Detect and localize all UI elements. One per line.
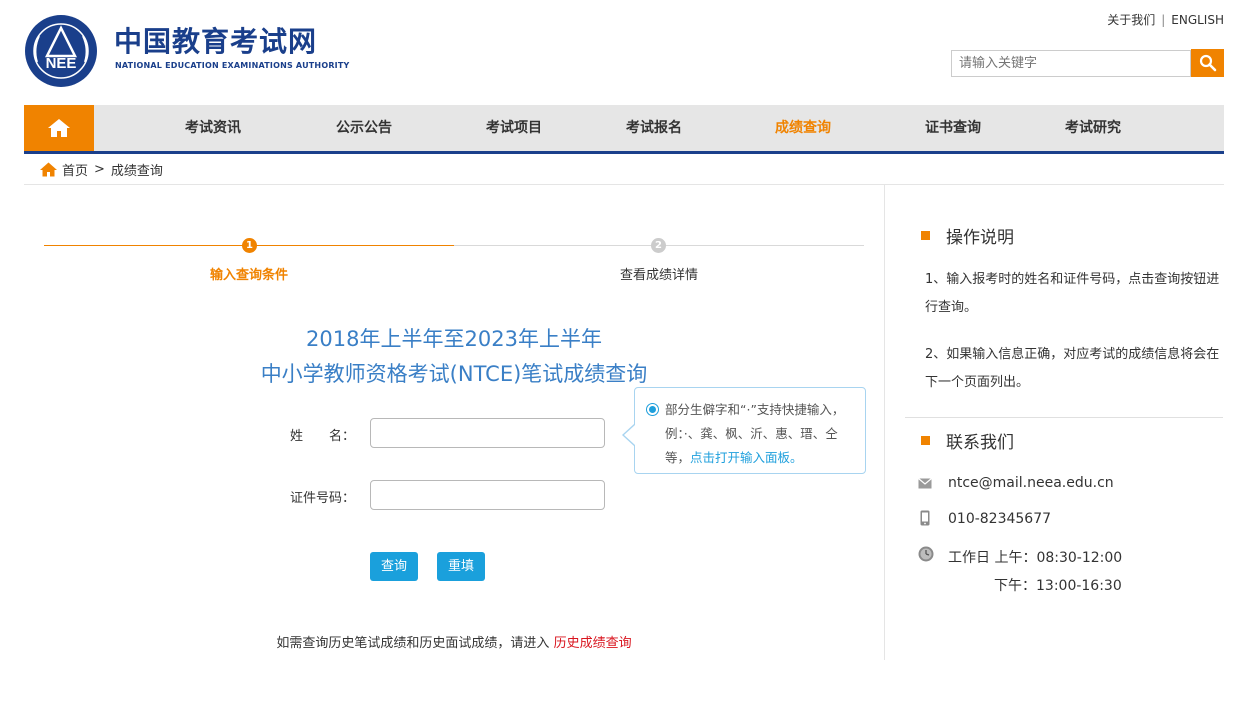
- step-2-label: 查看成绩详情: [619, 268, 699, 283]
- nav-item-registration[interactable]: 考试报名: [626, 105, 682, 151]
- nav-item-exam-projects[interactable]: 考试项目: [486, 105, 542, 151]
- instruction-1: 1、输入报考时的姓名和证件号码，点击查询按钮进行查询。: [925, 272, 1220, 315]
- nav-item-announcements[interactable]: 公示公告: [336, 105, 392, 151]
- history-note: 如需查询历史笔试成绩和历史面试成绩，请进入 历史成绩查询: [276, 632, 631, 651]
- breadcrumb-home-icon: [40, 162, 57, 177]
- instructions-title: 操作说明: [946, 228, 1014, 248]
- page-title-line-1: 2018年上半年至2023年上半年: [306, 327, 602, 351]
- nav-underline: [24, 151, 1224, 154]
- phone-icon: [920, 510, 930, 526]
- contact-phone: 010-82345677: [948, 511, 1052, 527]
- history-score-link[interactable]: 历史成绩查询: [554, 636, 632, 651]
- name-label: 姓 名：: [290, 429, 356, 444]
- contact-hours-afternoon: 下午：13:00-16:30: [994, 578, 1122, 594]
- sidebar-section-divider: [905, 417, 1223, 418]
- history-text: 如需查询历史笔试成绩和历史面试成绩，请进入: [276, 636, 550, 651]
- breadcrumb-home[interactable]: 首页: [62, 160, 88, 179]
- heading-marker-icon: [921, 436, 930, 445]
- id-number-input[interactable]: [370, 480, 605, 510]
- logo-text: NEE: [46, 55, 77, 72]
- open-input-panel-link[interactable]: 点击打开输入面板。: [690, 450, 803, 465]
- step-1-dot: 1: [242, 238, 257, 253]
- breadcrumb-separator: >: [94, 162, 105, 177]
- about-link[interactable]: 关于我们: [1107, 13, 1155, 27]
- contact-email: ntce@mail.neea.edu.cn: [948, 475, 1114, 491]
- main-nav: 考试资讯 公示公告 考试项目 考试报名 成绩查询 证书查询 考试研究: [24, 105, 1224, 151]
- step-2-dot: 2: [651, 238, 666, 253]
- site-name-en: NATIONAL EDUCATION EXAMINATIONS AUTHORIT…: [115, 61, 350, 70]
- search-input[interactable]: [951, 50, 1191, 77]
- site-logo[interactable]: NEE: [24, 14, 98, 88]
- sidebar-divider: [884, 185, 885, 660]
- top-links: 关于我们 | ENGLISH: [1107, 11, 1224, 28]
- contact-hours-morning: 工作日 上午：08:30-12:00: [948, 550, 1123, 566]
- page-title-line-2: 中小学教师资格考试(NTCE)笔试成绩查询: [260, 362, 648, 386]
- tip-arrow-inner: [624, 425, 635, 445]
- email-icon: [918, 478, 932, 489]
- instruction-2: 2、如果输入信息正确，对应考试的成绩信息将会在下一个页面列出。: [925, 347, 1220, 390]
- top-links-separator: |: [1161, 13, 1166, 27]
- input-tip-popover: 部分生僻字和“·”支持快捷输入，例：·、龚、枫、沂、惠、瑨、仝等，点击打开输入面…: [634, 387, 866, 474]
- name-input[interactable]: [370, 418, 605, 448]
- contact-heading: 联系我们: [921, 428, 1014, 453]
- nav-item-score-query[interactable]: 成绩查询: [775, 105, 831, 151]
- step-1-label: 输入查询条件: [209, 268, 289, 283]
- breadcrumb-divider: [24, 184, 1224, 185]
- clock-icon: [918, 546, 934, 562]
- breadcrumb: 首页 > 成绩查询: [40, 160, 163, 179]
- id-label: 证件号码：: [290, 491, 356, 506]
- search-icon: [1199, 54, 1216, 72]
- home-icon: [48, 119, 70, 137]
- query-button[interactable]: 查询: [370, 552, 418, 581]
- nav-item-exam-news[interactable]: 考试资讯: [185, 105, 241, 151]
- contact-title: 联系我们: [946, 433, 1014, 453]
- english-link[interactable]: ENGLISH: [1171, 13, 1224, 27]
- nav-item-exam-research[interactable]: 考试研究: [1065, 105, 1121, 151]
- site-name-cn: 中国教育考试网: [114, 25, 318, 58]
- tip-info-icon: [646, 403, 659, 416]
- reset-button[interactable]: 重填: [437, 552, 485, 581]
- breadcrumb-current: 成绩查询: [110, 164, 163, 179]
- search-button[interactable]: [1191, 49, 1224, 77]
- instructions-heading: 操作说明: [921, 223, 1014, 248]
- nav-home-button[interactable]: [24, 105, 94, 151]
- nav-item-certificate-query[interactable]: 证书查询: [925, 105, 981, 151]
- heading-marker-icon: [921, 231, 930, 240]
